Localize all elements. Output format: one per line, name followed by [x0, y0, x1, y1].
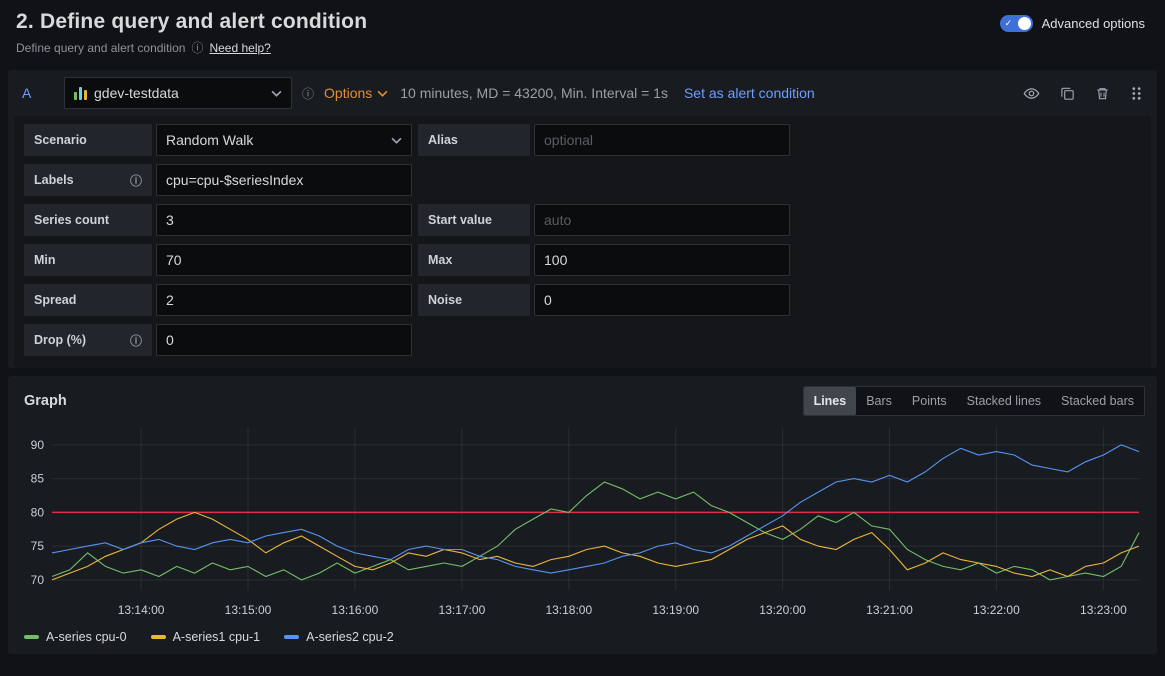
tab-stacked-lines[interactable]: Stacked lines: [957, 387, 1051, 415]
y-tick-label: 80: [31, 505, 45, 519]
tab-bars[interactable]: Bars: [856, 387, 902, 415]
field-label-alias: Alias: [418, 124, 530, 156]
legend-item[interactable]: A-series2 cpu-2: [284, 630, 394, 644]
datasource-icon: [74, 86, 87, 100]
copy-icon[interactable]: [1060, 86, 1075, 101]
drop-info-icon[interactable]: ⓘ: [130, 332, 142, 349]
tab-lines[interactable]: Lines: [804, 387, 857, 415]
labels-info-icon[interactable]: ⓘ: [130, 172, 142, 189]
y-tick-label: 90: [31, 438, 45, 452]
x-tick-label: 13:16:00: [332, 603, 379, 617]
chevron-down-icon: [377, 90, 388, 97]
x-tick-label: 13:21:00: [866, 603, 913, 617]
chevron-down-icon: [271, 90, 282, 97]
set-alert-condition-link[interactable]: Set as alert condition: [684, 85, 815, 101]
datasource-name: gdev-testdata: [94, 85, 179, 101]
query-ref-id[interactable]: A: [22, 85, 40, 101]
legend-swatch: [284, 635, 299, 639]
min-input[interactable]: [156, 244, 412, 276]
alias-input[interactable]: [534, 124, 790, 156]
need-help-link[interactable]: Need help?: [209, 41, 270, 55]
graph-panel: Graph Lines Bars Points Stacked lines St…: [8, 376, 1157, 654]
drag-handle-icon[interactable]: [1130, 86, 1143, 101]
tab-points[interactable]: Points: [902, 387, 957, 415]
datasource-picker[interactable]: gdev-testdata: [64, 77, 292, 109]
drop-input[interactable]: [156, 324, 412, 356]
query-info-icon[interactable]: ⓘ: [302, 85, 314, 102]
tab-stacked-bars[interactable]: Stacked bars: [1051, 387, 1144, 415]
legend-swatch: [151, 635, 166, 639]
timeseries-chart[interactable]: 70 75 80 85 90 13:14:00 13:15:00 13:16:00 13:17:…: [16, 420, 1149, 628]
query-actions: [1023, 85, 1143, 102]
toggle-knob: [1018, 17, 1031, 30]
query-editor-panel: A gdev-testdata ⓘ Options 10 minutes, MD…: [8, 70, 1157, 368]
scenario-select[interactable]: Random Walk: [156, 124, 412, 156]
options-toggle[interactable]: Options: [324, 85, 388, 101]
options-label: Options: [324, 85, 372, 101]
series-count-input[interactable]: [156, 204, 412, 236]
info-icon[interactable]: ⓘ: [191, 39, 203, 56]
field-label-series-count: Series count: [24, 204, 152, 236]
advanced-options-toggle[interactable]: ✓ Advanced options: [1000, 15, 1145, 32]
page-header: 2. Define query and alert condition ✓ Ad…: [0, 0, 1165, 34]
x-tick-label: 13:15:00: [225, 603, 272, 617]
graph-header: Graph Lines Bars Points Stacked lines St…: [8, 376, 1157, 418]
query-meta-text: 10 minutes, MD = 43200, Min. Interval = …: [400, 85, 668, 101]
x-tick-label: 13:22:00: [973, 603, 1020, 617]
y-tick-label: 70: [31, 573, 45, 587]
x-tick-label: 13:20:00: [759, 603, 806, 617]
legend-item[interactable]: A-series cpu-0: [24, 630, 127, 644]
max-input[interactable]: [534, 244, 790, 276]
graph-style-tabs: Lines Bars Points Stacked lines Stacked …: [803, 386, 1145, 416]
x-tick-label: 13:17:00: [439, 603, 486, 617]
subtitle-text: Define query and alert condition: [16, 41, 185, 55]
series-line: [52, 445, 1139, 573]
field-label-start-value: Start value: [418, 204, 530, 236]
query-editor-form: Scenario Random Walk Alias Labels ⓘ: [14, 116, 1151, 368]
x-tick-label: 13:19:00: [652, 603, 699, 617]
advanced-options-label: Advanced options: [1042, 16, 1145, 31]
spread-input[interactable]: [156, 284, 412, 316]
check-icon: ✓: [1005, 17, 1013, 30]
legend-swatch: [24, 635, 39, 639]
start-value-input[interactable]: [534, 204, 790, 236]
page-subtitle: Define query and alert condition ⓘ Need …: [0, 34, 1165, 62]
x-tick-label: 13:23:00: [1080, 603, 1127, 617]
graph-title: Graph: [24, 393, 67, 409]
noise-input[interactable]: [534, 284, 790, 316]
query-header: A gdev-testdata ⓘ Options 10 minutes, MD…: [8, 70, 1157, 116]
chart-legend: A-series cpu-0 A-series1 cpu-1 A-series2 c…: [8, 628, 1157, 654]
toggle-switch-icon[interactable]: ✓: [1000, 15, 1033, 32]
labels-input[interactable]: [156, 164, 412, 196]
chevron-down-icon: [391, 137, 402, 144]
page-title: 2. Define query and alert condition: [16, 10, 367, 34]
field-label-labels: Labels ⓘ: [24, 164, 152, 196]
field-label-spread: Spread: [24, 284, 152, 316]
x-tick-label: 13:14:00: [118, 603, 165, 617]
field-label-scenario: Scenario: [24, 124, 152, 156]
eye-icon[interactable]: [1023, 85, 1040, 102]
trash-icon[interactable]: [1095, 86, 1110, 101]
legend-item[interactable]: A-series1 cpu-1: [151, 630, 261, 644]
field-label-max: Max: [418, 244, 530, 276]
y-tick-label: 85: [31, 472, 45, 486]
field-label-min: Min: [24, 244, 152, 276]
x-tick-label: 13:18:00: [545, 603, 592, 617]
field-label-drop: Drop (%) ⓘ: [24, 324, 152, 356]
field-label-noise: Noise: [418, 284, 530, 316]
scenario-value: Random Walk: [166, 132, 253, 148]
y-tick-label: 75: [31, 539, 45, 553]
